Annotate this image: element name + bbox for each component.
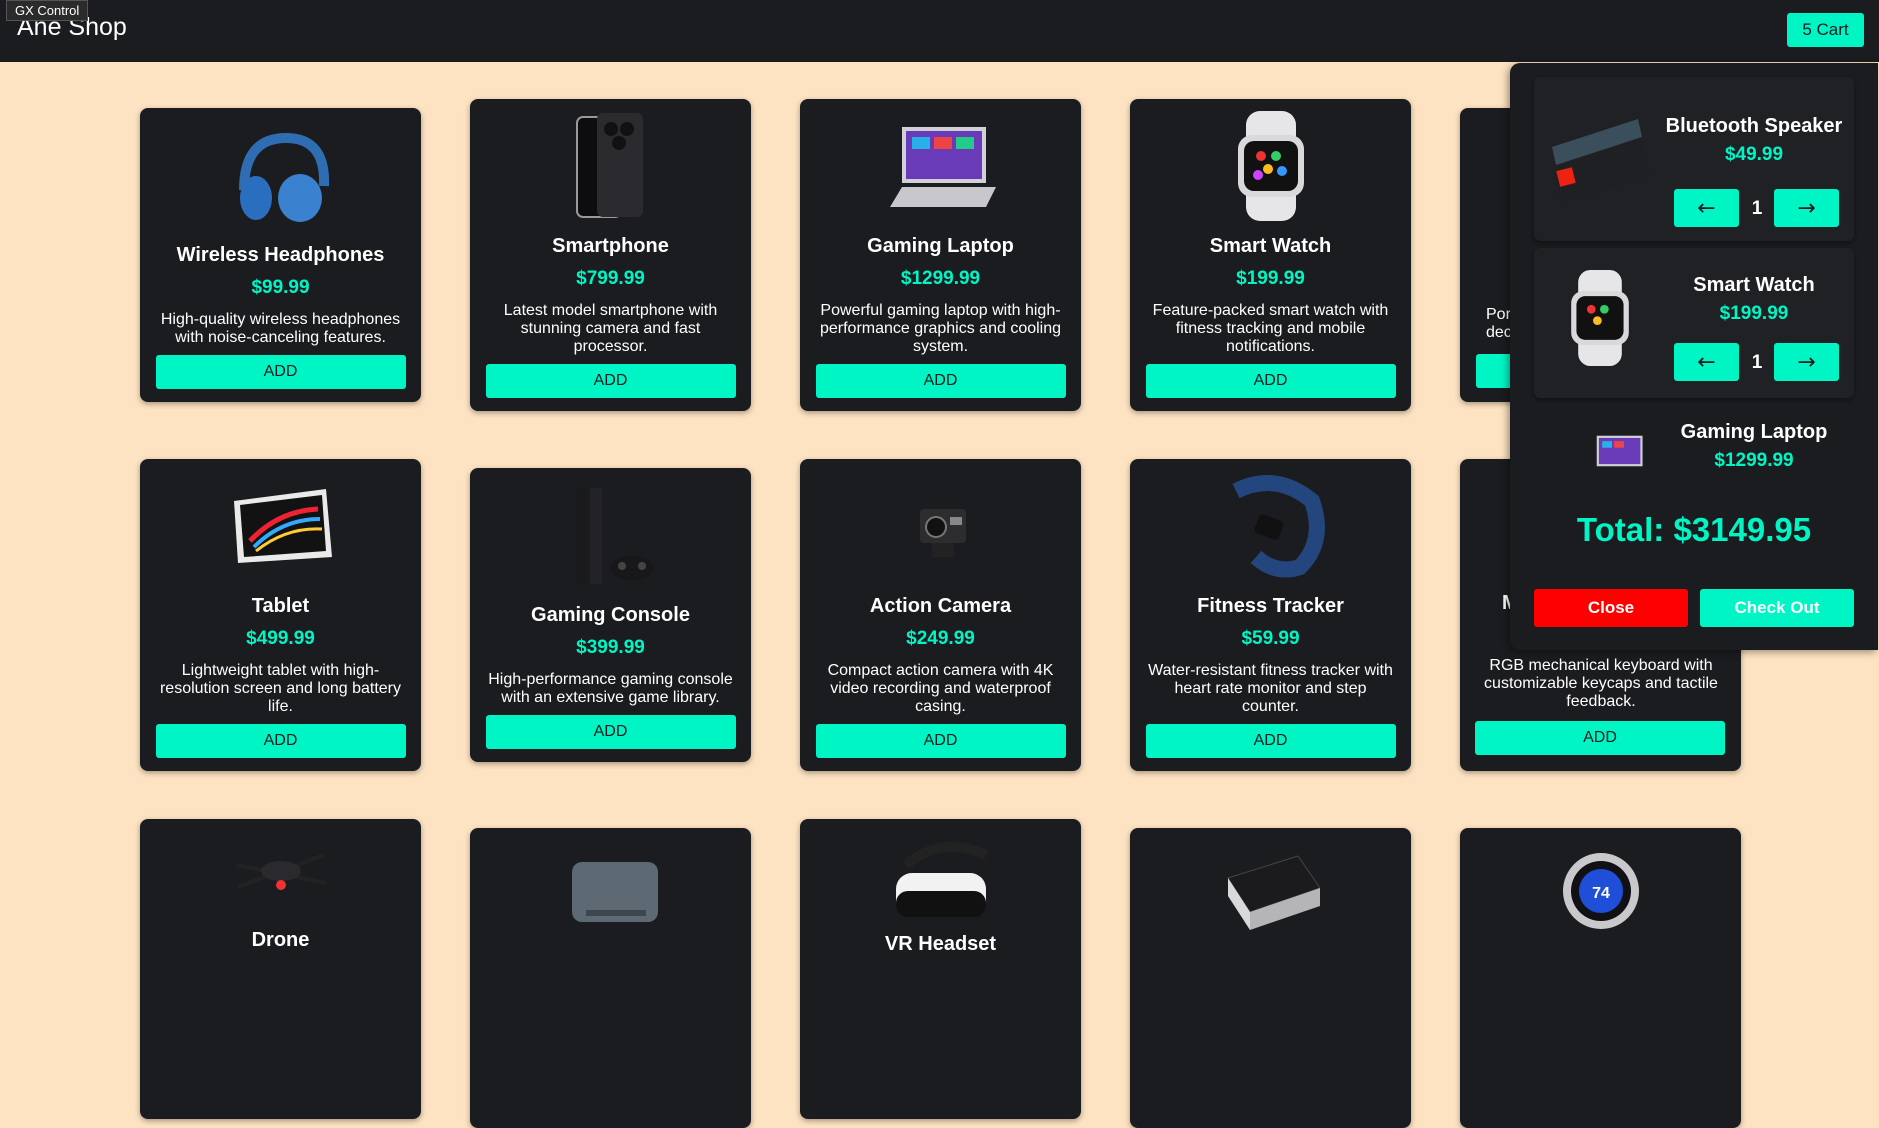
product-title: Gaming Console — [531, 604, 690, 626]
product-card: Gaming Laptop $1299.99 Powerful gaming l… — [800, 99, 1081, 411]
product-card: Fitness Tracker $59.99 Water-resistant f… — [1130, 459, 1411, 771]
hard-drive-icon — [571, 862, 658, 922]
add-to-cart-button[interactable]: ADD — [485, 715, 736, 749]
product-card: VR Headset — [800, 819, 1081, 1119]
cart-item-name: Bluetooth Speaker — [1665, 115, 1843, 137]
product-card: 74 — [1460, 828, 1741, 1128]
thermostat-icon: 74 — [1562, 853, 1639, 929]
product-card — [1130, 828, 1411, 1128]
product-description: Powerful gaming laptop with high-perform… — [819, 302, 1062, 355]
watch-icon — [1571, 270, 1629, 366]
product-description: Feature-packed smart watch with fitness … — [1152, 302, 1389, 355]
product-title: Smartphone — [552, 235, 669, 257]
add-to-cart-button[interactable]: ADD — [155, 724, 406, 758]
product-card: Smartphone $799.99 Latest model smartpho… — [470, 99, 751, 411]
increase-quantity-button[interactable]: → — [1774, 189, 1839, 227]
close-cart-button[interactable]: Close — [1534, 589, 1688, 627]
decrease-quantity-button[interactable]: ← — [1674, 189, 1739, 227]
vr-headset-icon — [895, 842, 988, 917]
cart-item-price: $1299.99 — [1714, 450, 1794, 471]
product-description: RGB mechanical keyboard with customizabl… — [1484, 657, 1718, 710]
increase-quantity-button[interactable]: → — [1774, 343, 1839, 381]
fitness-tracker-icon — [1231, 475, 1325, 578]
cart-total: Total: $3149.95 — [1576, 511, 1812, 548]
product-price: $59.99 — [1241, 628, 1300, 649]
product-card: Gaming Console $399.99 High-performance … — [470, 468, 751, 762]
product-price: $249.99 — [906, 628, 975, 649]
product-title: Action Camera — [869, 595, 1012, 617]
product-price: $499.99 — [246, 628, 315, 649]
headphones-icon — [238, 132, 329, 222]
product-price: $199.99 — [1236, 268, 1305, 289]
product-price: $799.99 — [576, 268, 645, 289]
add-to-cart-button[interactable]: ADD — [155, 355, 406, 389]
product-title: Wireless Headphones — [176, 244, 385, 266]
add-to-cart-button[interactable]: ADD — [815, 364, 1066, 398]
add-to-cart-button[interactable]: ADD — [815, 724, 1066, 758]
cart-item-name: Gaming Laptop — [1680, 421, 1828, 443]
product-description: High-quality wireless headphones with no… — [160, 311, 401, 346]
product-card: Action Camera $249.99 Compact action cam… — [800, 459, 1081, 771]
product-description: High-performance gaming console with an … — [488, 671, 733, 706]
product-description: Water-resistant fitness tracker with hea… — [1148, 662, 1393, 715]
speaker-icon — [1552, 119, 1650, 203]
power-bank-icon — [1226, 855, 1321, 930]
cart-panel: Bluetooth Speaker $49.99 ← 1 → Smart Wat… — [1510, 63, 1878, 650]
product-price: $1299.99 — [900, 268, 981, 289]
cart-item: Smart Watch $199.99 ← 1 → — [1534, 248, 1854, 398]
gx-control-badge[interactable]: GX Control — [6, 0, 89, 21]
product-card: Smart Watch $199.99 Feature-packed smart… — [1130, 99, 1411, 411]
watch-icon — [1237, 111, 1304, 221]
product-description: Latest model smartphone with stunning ca… — [503, 302, 718, 355]
product-card — [470, 828, 751, 1128]
product-title: Gaming Laptop — [867, 235, 1014, 257]
cart-button[interactable]: 5 Cart — [1787, 13, 1864, 47]
product-title: VR Headset — [884, 933, 997, 955]
add-to-cart-button[interactable]: ADD — [1145, 364, 1396, 398]
smartphone-icon — [575, 113, 643, 218]
cart-item-price: $49.99 — [1724, 144, 1784, 165]
product-price: $399.99 — [576, 637, 645, 658]
console-icon — [575, 488, 654, 584]
add-to-cart-button[interactable]: ADD — [485, 364, 736, 398]
top-bar: Ane Shop 5 Cart — [0, 0, 1879, 62]
product-description: Por dec — [1486, 306, 1512, 341]
decrease-quantity-button[interactable]: ← — [1674, 343, 1739, 381]
product-card: Tablet $499.99 Lightweight tablet with h… — [140, 459, 421, 771]
product-title: Smart Watch — [1209, 235, 1332, 257]
cart-item: Gaming Laptop $1299.99 — [1534, 409, 1854, 479]
svg-text:74: 74 — [1592, 885, 1610, 902]
product-description: Compact action camera with 4K video reco… — [827, 662, 1054, 715]
drone-icon — [235, 853, 326, 890]
laptop-icon — [889, 127, 996, 207]
product-description: Lightweight tablet with high-resolution … — [159, 662, 402, 715]
product-title: Tablet — [251, 595, 310, 617]
cart-item-price: $199.99 — [1719, 303, 1789, 324]
tablet-icon — [233, 489, 332, 563]
product-card: Drone — [140, 819, 421, 1119]
product-title: Drone — [251, 929, 310, 951]
add-to-cart-button[interactable]: ADD — [1475, 721, 1725, 755]
camera-icon — [919, 509, 966, 557]
product-title: Fitness Tracker — [1197, 595, 1344, 617]
cart-item-quantity: 1 — [1751, 198, 1763, 219]
cart-item-name: Smart Watch — [1693, 274, 1815, 296]
checkout-button[interactable]: Check Out — [1700, 589, 1854, 627]
product-card: Wireless Headphones $99.99 High-quality … — [140, 108, 421, 402]
product-price: $99.99 — [251, 277, 310, 298]
cart-item: Bluetooth Speaker $49.99 ← 1 → — [1534, 77, 1854, 241]
add-to-cart-button[interactable]: ADD — [1145, 724, 1396, 758]
cart-item-quantity: 1 — [1751, 352, 1763, 373]
